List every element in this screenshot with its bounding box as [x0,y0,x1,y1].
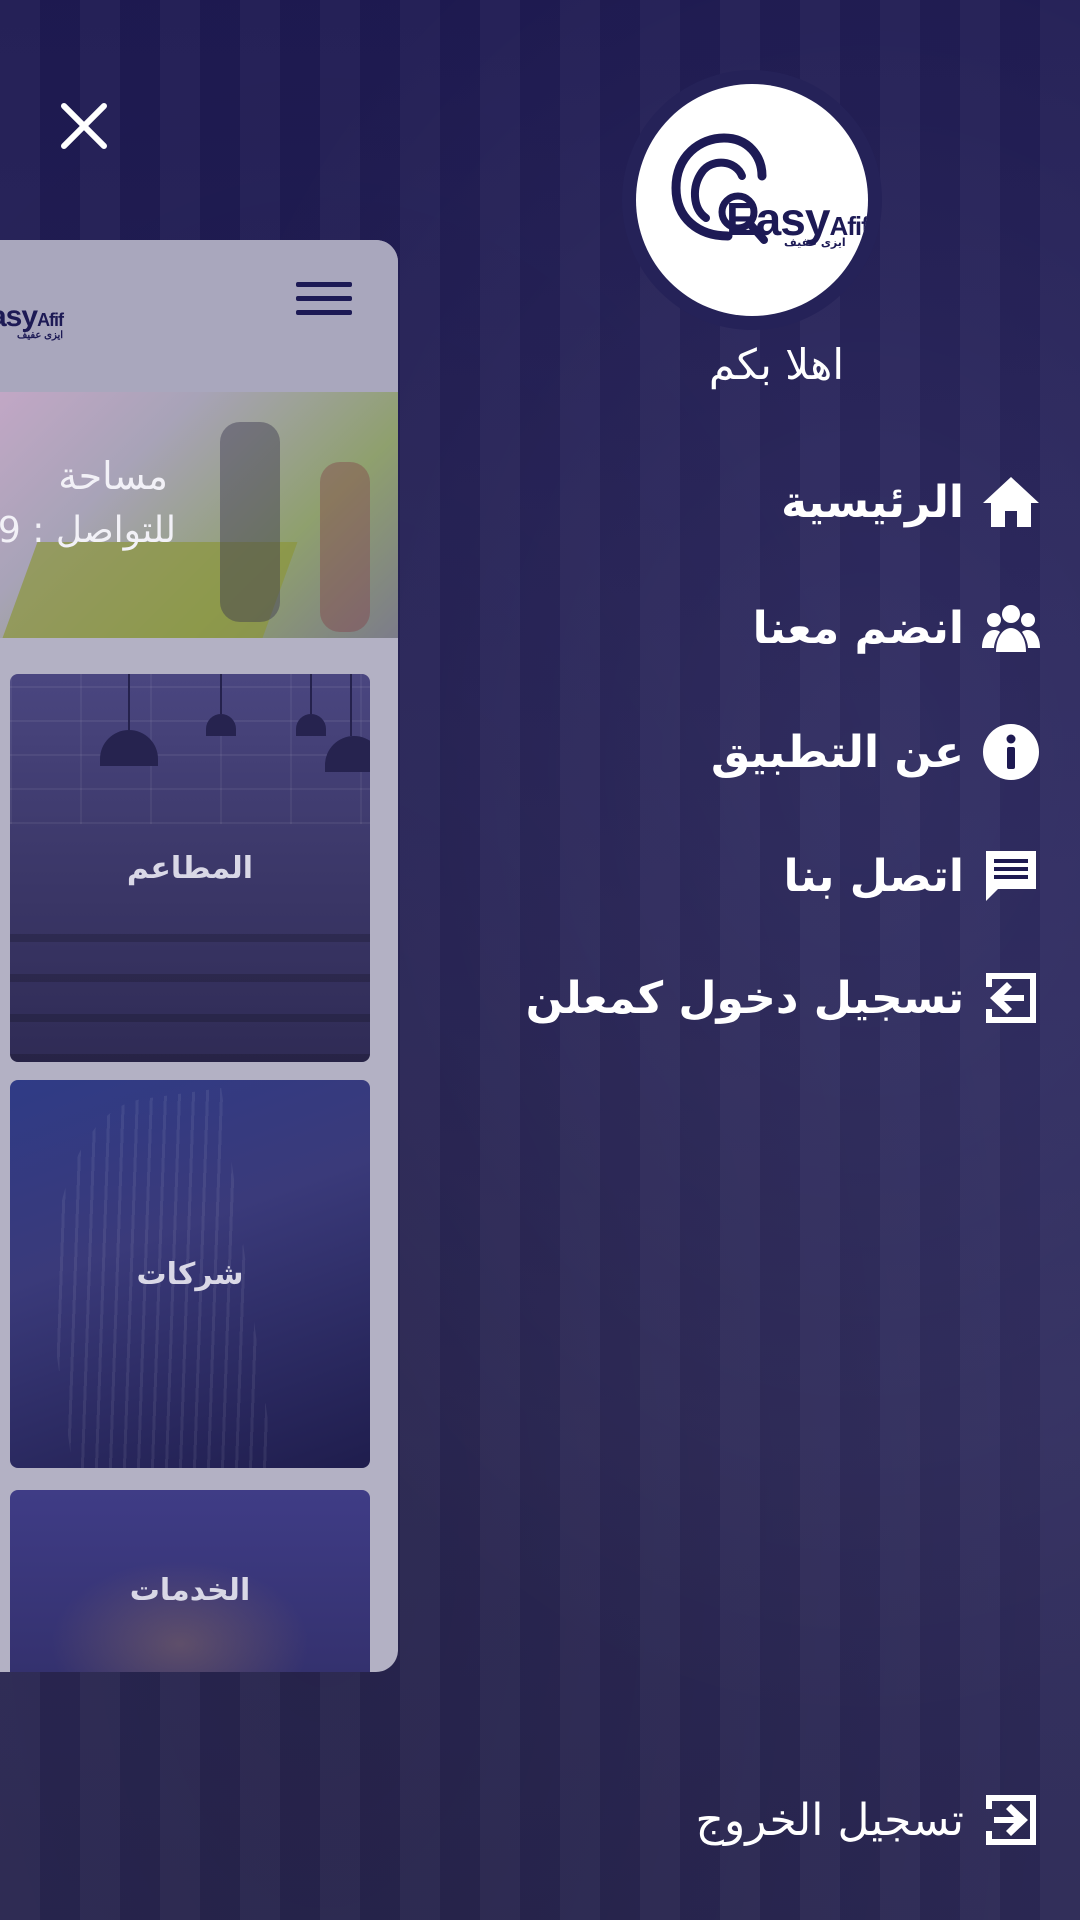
welcome-text: اهلا بكم [708,340,844,389]
menu-item-about[interactable]: عن التطبيق [711,712,1042,792]
menu-item-advertiser-login[interactable]: تسجيل دخول كمعلن [526,958,1042,1038]
banner-title: مساحة [58,454,168,498]
category-card-companies[interactable]: شركات [10,1080,370,1468]
menu-item-home[interactable]: الرئيسية [781,462,1042,542]
logout-label: تسجيل الخروج [695,1794,964,1846]
logout-button[interactable]: تسجيل الخروج [696,1780,1042,1860]
menu-item-join-us[interactable]: انضم معنا [753,588,1042,668]
category-label: الخدمات [129,1572,251,1608]
brand-arabic-name: ايزى عفيف [784,236,846,249]
avatar: EasyAfif ايزى عفيف [622,70,882,330]
app-logo: asyAfif ايزى عفيف [0,300,64,341]
category-label: شركات [136,1256,244,1292]
home-icon [980,471,1042,533]
chat-icon [980,845,1042,907]
category-card-services[interactable]: الخدمات [10,1490,370,1672]
main-screen-preview[interactable]: asyAfif ايزى عفيف مساحة للتواصل : 89 الم… [0,240,398,1672]
category-card-restaurants[interactable]: المطاعم [10,674,370,1062]
menu-icon[interactable] [296,282,352,322]
info-icon [980,721,1042,783]
login-icon [980,967,1042,1029]
category-label: المطاعم [126,850,254,886]
brand-logo: EasyAfif ايزى عفيف [636,84,868,316]
logout-icon [980,1789,1042,1851]
group-icon [980,597,1042,659]
menu-item-contact[interactable]: اتصل بنا [783,836,1042,916]
app-header: asyAfif ايزى عفيف [0,240,398,392]
banner-subtitle: للتواصل : 89 [0,510,176,551]
close-icon[interactable] [58,100,110,152]
banner[interactable]: مساحة للتواصل : 89 [0,392,398,638]
